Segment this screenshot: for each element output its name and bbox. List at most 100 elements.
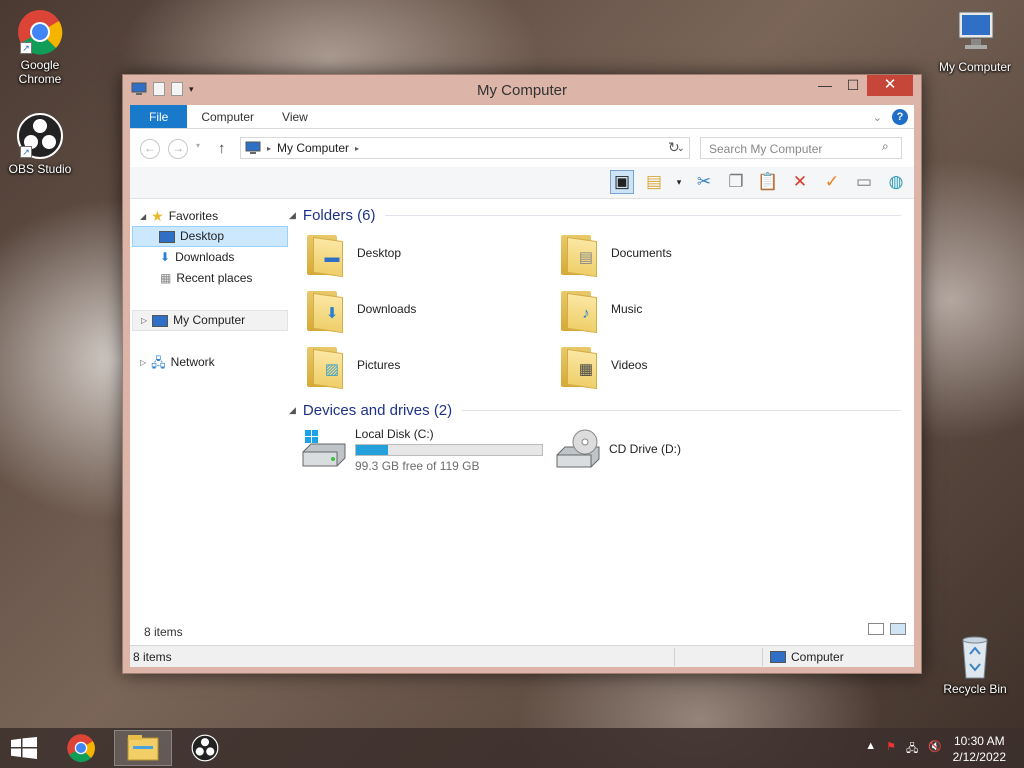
desktop-icon-my-computer[interactable]: My Computer xyxy=(935,10,1015,74)
folder-label: Downloads xyxy=(357,302,417,316)
computer-small-icon xyxy=(770,651,786,663)
close-button[interactable]: ✕ xyxy=(867,75,913,96)
title-bar[interactable]: ▾ My Computer — ☐ ✕ xyxy=(123,75,921,105)
explorer-window: ▾ My Computer — ☐ ✕ File Computer View ⌄… xyxy=(122,74,922,674)
desktop-icon-label: Recycle Bin xyxy=(943,682,1007,696)
item-count: 8 items xyxy=(144,625,183,639)
cut-icon[interactable]: ✂ xyxy=(692,170,716,194)
breadcrumb-arrow-icon[interactable]: ▸ xyxy=(355,144,359,153)
tab-file[interactable]: File xyxy=(130,105,188,128)
file-explorer-icon xyxy=(127,735,159,761)
action-center-flag-icon[interactable]: ⚑ xyxy=(886,740,896,759)
folders-group-header[interactable]: ◢ Folders (6) xyxy=(289,207,901,224)
start-button[interactable] xyxy=(0,730,48,766)
drive-cd-d[interactable]: CD Drive (D:) xyxy=(555,429,681,469)
nav-favorites[interactable]: ◢ ★ Favorites xyxy=(140,206,218,227)
group-collapse-icon[interactable]: ◢ xyxy=(289,210,296,221)
computer-small-icon xyxy=(245,141,261,154)
system-tray: ▲ ⚑ 🖧 🔇 xyxy=(865,740,942,759)
drive-free-space: 99.3 GB free of 119 GB xyxy=(355,459,480,473)
folder-label: Videos xyxy=(611,358,648,372)
folder-label: Desktop xyxy=(357,246,402,260)
drive-local-disk-c[interactable]: Local Disk (C:) 99.3 GB free of 119 GB xyxy=(301,427,543,473)
taskbar-chrome[interactable] xyxy=(52,730,110,766)
disk-usage-bar xyxy=(355,444,543,456)
help-button[interactable]: ? xyxy=(892,109,908,125)
nav-item-label: Desktop xyxy=(180,229,225,243)
check-icon[interactable]: ✓ xyxy=(820,170,844,194)
nav-item-desktop[interactable]: Desktop xyxy=(132,226,288,247)
chevron-down-icon[interactable]: ▾ xyxy=(674,170,684,194)
search-icon[interactable]: ⌕ xyxy=(882,139,889,154)
folder-icon: ▨ xyxy=(305,343,347,390)
nav-item-label: Downloads xyxy=(175,250,235,264)
breadcrumb-arrow-icon[interactable]: ▸ xyxy=(267,144,271,153)
taskbar-obs[interactable] xyxy=(176,730,234,766)
maximize-button[interactable]: ☐ xyxy=(839,75,867,96)
volume-muted-icon[interactable]: 🔇 xyxy=(928,740,942,759)
tab-view[interactable]: View xyxy=(268,105,322,128)
folder-downloads[interactable]: ⬇ Downloads xyxy=(305,287,535,334)
preview-pane-icon[interactable]: ▣ xyxy=(610,170,634,194)
star-icon: ★ xyxy=(151,208,164,224)
expanded-triangle-icon[interactable]: ◢ xyxy=(140,206,146,227)
folder-documents[interactable]: ▤ Documents xyxy=(559,231,789,278)
recent-places-icon: ▦ xyxy=(160,271,172,285)
delete-icon[interactable]: ✕ xyxy=(788,170,812,194)
large-icons-view-icon[interactable] xyxy=(890,623,906,635)
navigation-pane: ◢ ★ Favorites Desktop ⬇ Downloads ▦ Rece… xyxy=(130,201,290,621)
refresh-icon[interactable]: ↻ xyxy=(668,139,680,156)
show-hidden-icons-icon[interactable]: ▲ xyxy=(865,740,876,759)
desktop-icon-label: My Computer xyxy=(938,60,1012,74)
drive-label: Local Disk (C:) xyxy=(355,427,434,441)
tab-computer[interactable]: Computer xyxy=(187,105,268,128)
obs-icon: ↗ xyxy=(16,112,64,160)
obs-icon xyxy=(191,734,219,762)
nav-my-computer[interactable]: ▷ My Computer xyxy=(132,310,288,331)
desktop-icon-recycle-bin[interactable]: Recycle Bin xyxy=(935,632,1015,696)
ribbon-tabs: File Computer View ⌄ ? xyxy=(130,105,914,129)
minimize-button[interactable]: — xyxy=(811,75,839,96)
back-button[interactable]: ← xyxy=(140,139,160,159)
copy-icon[interactable]: ❐ xyxy=(724,170,748,194)
desktop-icon-chrome[interactable]: ↗ Google Chrome xyxy=(0,8,80,86)
collapsed-triangle-icon[interactable]: ▷ xyxy=(140,352,146,373)
search-input[interactable]: Search My Computer xyxy=(700,137,902,159)
recent-locations-icon[interactable]: ▾ xyxy=(196,141,200,150)
shortcut-arrow-icon: ↗ xyxy=(20,42,32,54)
breadcrumb[interactable]: My Computer xyxy=(277,141,349,155)
folder-label: Documents xyxy=(611,246,672,260)
expand-ribbon-icon[interactable]: ⌄ xyxy=(873,111,882,124)
taskbar-clock[interactable]: 10:30 AM 2/12/2022 xyxy=(953,733,1006,765)
folder-pictures[interactable]: ▨ Pictures xyxy=(305,343,535,390)
nav-item-downloads[interactable]: ⬇ Downloads xyxy=(160,247,234,268)
forward-button[interactable]: → xyxy=(168,139,188,159)
desktop-icon-obs[interactable]: ↗ OBS Studio xyxy=(0,112,80,176)
up-arrow-icon[interactable]: ↑ xyxy=(218,140,226,157)
nav-item-recent-places[interactable]: ▦ Recent places xyxy=(160,268,252,289)
folder-icon: ♪ xyxy=(559,287,601,334)
clock-date: 2/12/2022 xyxy=(952,750,1006,764)
folder-music[interactable]: ♪ Music xyxy=(559,287,789,334)
group-title: Folders (6) xyxy=(302,207,376,224)
clock-time: 10:30 AM xyxy=(953,734,1005,748)
shortcut-arrow-icon: ↗ xyxy=(20,146,32,158)
desktop-icon xyxy=(159,230,175,243)
drive-label: CD Drive (D:) xyxy=(609,442,681,456)
network-status-icon[interactable]: 🖧 xyxy=(906,740,918,759)
collapsed-triangle-icon[interactable]: ▷ xyxy=(141,310,147,331)
group-collapse-icon[interactable]: ◢ xyxy=(289,405,296,416)
taskbar-file-explorer[interactable] xyxy=(114,730,172,766)
nav-network[interactable]: ▷ 🖧 Network xyxy=(140,352,215,373)
paste-icon[interactable]: 📋 xyxy=(756,170,780,194)
select-all-icon[interactable]: ▤ xyxy=(642,170,666,194)
rename-icon[interactable]: ▭ xyxy=(852,170,876,194)
drives-group-header[interactable]: ◢ Devices and drives (2) xyxy=(289,402,901,419)
details-view-icon[interactable] xyxy=(868,623,884,635)
folder-desktop[interactable]: ▬ Desktop xyxy=(305,231,535,278)
folder-videos[interactable]: ▦ Videos xyxy=(559,343,789,390)
command-toolbar: ▣ ▤ ▾ ✂ ❐ 📋 ✕ ✓ ▭ ◍ xyxy=(130,167,914,199)
address-bar[interactable]: ▸ My Computer ▸ ⌄ xyxy=(240,137,690,159)
network-globe-icon[interactable]: ◍ xyxy=(884,170,908,194)
content-pane: ◢ Folders (6) ▬ Desktop ▤ Documents ⬇ Do… xyxy=(289,201,901,621)
